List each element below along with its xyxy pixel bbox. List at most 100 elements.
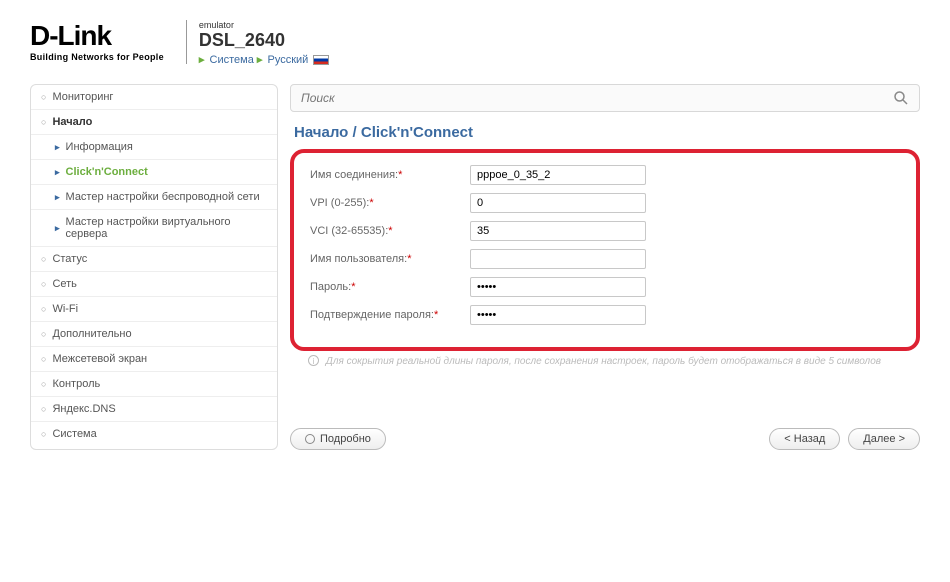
sidebar-item-label: Дополнительно xyxy=(52,328,131,340)
sidebar-item-8[interactable]: ○ Wi-Fi xyxy=(31,297,277,322)
sidebar-item-7[interactable]: ○ Сеть xyxy=(31,272,277,297)
required-marker: * xyxy=(369,197,373,209)
form-input-0[interactable] xyxy=(470,165,646,185)
breadcrumb-root[interactable]: Начало xyxy=(294,124,348,141)
label-text: VCI (32-65535): xyxy=(310,225,388,237)
circle-icon xyxy=(305,434,315,444)
search-input[interactable] xyxy=(301,91,893,105)
label-text: Имя соединения: xyxy=(310,169,398,181)
back-button[interactable]: < Назад xyxy=(769,428,840,450)
sidebar-item-label: Контроль xyxy=(52,378,100,390)
form-input-4[interactable] xyxy=(470,277,646,297)
header-crumbs: ▸ Система ▸ Русский xyxy=(199,53,329,66)
breadcrumb-page: Click'n'Connect xyxy=(361,124,473,141)
label-text: Подтверждение пароля: xyxy=(310,309,434,321)
sidebar-item-label: Начало xyxy=(52,116,92,128)
form-label: VPI (0-255):* xyxy=(310,197,470,209)
main-content: Начало / Click'n'Connect Имя соединения:… xyxy=(290,84,920,450)
bullet-icon: ○ xyxy=(41,92,46,102)
chevron-right-icon: ▸ xyxy=(55,223,60,234)
chevron-right-icon: ▸ xyxy=(55,142,60,153)
search-box[interactable] xyxy=(290,84,920,112)
arrow-icon: ▸ xyxy=(257,54,263,66)
form-row-0: Имя соединения:* xyxy=(310,165,900,185)
sidebar-item-label: Мастер настройки беспроводной сети xyxy=(66,191,260,203)
bullet-icon: ○ xyxy=(41,379,46,389)
bullet-icon: ○ xyxy=(41,329,46,339)
breadcrumb: Начало / Click'n'Connect xyxy=(290,124,920,141)
next-button[interactable]: Далее > xyxy=(848,428,920,450)
sidebar-item-4[interactable]: ▸ Мастер настройки беспроводной сети xyxy=(31,185,277,210)
bullet-icon: ○ xyxy=(41,279,46,289)
sidebar: ○Мониторинг○Начало▸Информация▸Click'n'Co… xyxy=(30,84,278,450)
sidebar-item-label: Wi-Fi xyxy=(52,303,78,315)
form-input-3[interactable] xyxy=(470,249,646,269)
language-link[interactable]: Русский xyxy=(267,54,308,66)
details-label: Подробно xyxy=(320,433,371,445)
sidebar-item-label: Яндекс.DNS xyxy=(52,403,115,415)
required-marker: * xyxy=(388,225,392,237)
required-marker: * xyxy=(398,169,402,181)
label-text: Пароль: xyxy=(310,281,351,293)
chevron-right-icon: ▸ xyxy=(55,192,60,203)
sidebar-item-label: Click'n'Connect xyxy=(66,166,148,178)
sidebar-item-9[interactable]: ○ Дополнительно xyxy=(31,322,277,347)
sidebar-item-label: Информация xyxy=(66,141,133,153)
model-name: DSL_2640 xyxy=(199,30,329,51)
logo-text: D-Link xyxy=(30,20,164,52)
form-label: Имя соединения:* xyxy=(310,169,470,181)
sidebar-item-5[interactable]: ▸ Мастер настройки виртуального сервера xyxy=(31,210,277,247)
sidebar-item-0[interactable]: ○Мониторинг xyxy=(31,85,277,110)
form-row-1: VPI (0-255):* xyxy=(310,193,900,213)
required-marker: * xyxy=(407,253,411,265)
form-label: Имя пользователя:* xyxy=(310,253,470,265)
logo-tagline: Building Networks for People xyxy=(30,52,164,62)
chevron-right-icon: ▸ xyxy=(55,167,60,178)
form-row-5: Подтверждение пароля:* xyxy=(310,305,900,325)
bullet-icon: ○ xyxy=(41,404,46,414)
flag-icon xyxy=(313,55,329,65)
bullet-icon: ○ xyxy=(41,117,46,127)
search-icon[interactable] xyxy=(893,90,909,106)
info-icon: i xyxy=(308,355,319,366)
sidebar-item-3[interactable]: ▸ Click'n'Connect xyxy=(31,160,277,185)
form-row-3: Имя пользователя:* xyxy=(310,249,900,269)
arrow-icon: ▸ xyxy=(199,54,205,66)
sidebar-item-6[interactable]: ○ Статус xyxy=(31,247,277,272)
form-input-2[interactable] xyxy=(470,221,646,241)
bullet-icon: ○ xyxy=(41,354,46,364)
required-marker: * xyxy=(351,281,355,293)
details-button[interactable]: Подробно xyxy=(290,428,386,450)
label-text: VPI (0-255): xyxy=(310,197,369,209)
sidebar-item-2[interactable]: ▸ Информация xyxy=(31,135,277,160)
bullet-icon: ○ xyxy=(41,254,46,264)
breadcrumb-sep: / xyxy=(353,124,357,141)
sidebar-item-label: Статус xyxy=(52,253,87,265)
label-text: Имя пользователя: xyxy=(310,253,407,265)
form-input-1[interactable] xyxy=(470,193,646,213)
form-label: Пароль:* xyxy=(310,281,470,293)
logo: D-Link Building Networks for People xyxy=(30,20,164,62)
sidebar-item-1[interactable]: ○ Начало xyxy=(31,110,277,135)
button-bar: Подробно < Назад Далее > xyxy=(290,428,920,450)
form-row-4: Пароль:* xyxy=(310,277,900,297)
form-panel: Имя соединения:*VPI (0-255):*VCI (32-655… xyxy=(290,149,920,351)
bullet-icon: ○ xyxy=(41,429,46,439)
model-block: emulator DSL_2640 ▸ Система ▸ Русский xyxy=(199,20,329,66)
form-input-5[interactable] xyxy=(470,305,646,325)
sidebar-item-label: Сеть xyxy=(52,278,76,290)
bullet-icon: ○ xyxy=(41,304,46,314)
sidebar-item-12[interactable]: ○ Яндекс.DNS xyxy=(31,397,277,422)
sidebar-item-10[interactable]: ○ Межсетевой экран xyxy=(31,347,277,372)
sidebar-item-13[interactable]: ○Система xyxy=(31,422,277,446)
form-row-2: VCI (32-65535):* xyxy=(310,221,900,241)
header: D-Link Building Networks for People emul… xyxy=(30,20,920,66)
sidebar-item-label: Межсетевой экран xyxy=(52,353,147,365)
required-marker: * xyxy=(434,309,438,321)
sidebar-item-label: Мастер настройки виртуального сервера xyxy=(66,216,267,240)
emulator-label: emulator xyxy=(199,20,329,30)
system-link[interactable]: Система xyxy=(210,54,254,66)
hint-text: Для сокрытия реальной длины пароля, посл… xyxy=(326,356,881,367)
form-label: VCI (32-65535):* xyxy=(310,225,470,237)
sidebar-item-11[interactable]: ○ Контроль xyxy=(31,372,277,397)
